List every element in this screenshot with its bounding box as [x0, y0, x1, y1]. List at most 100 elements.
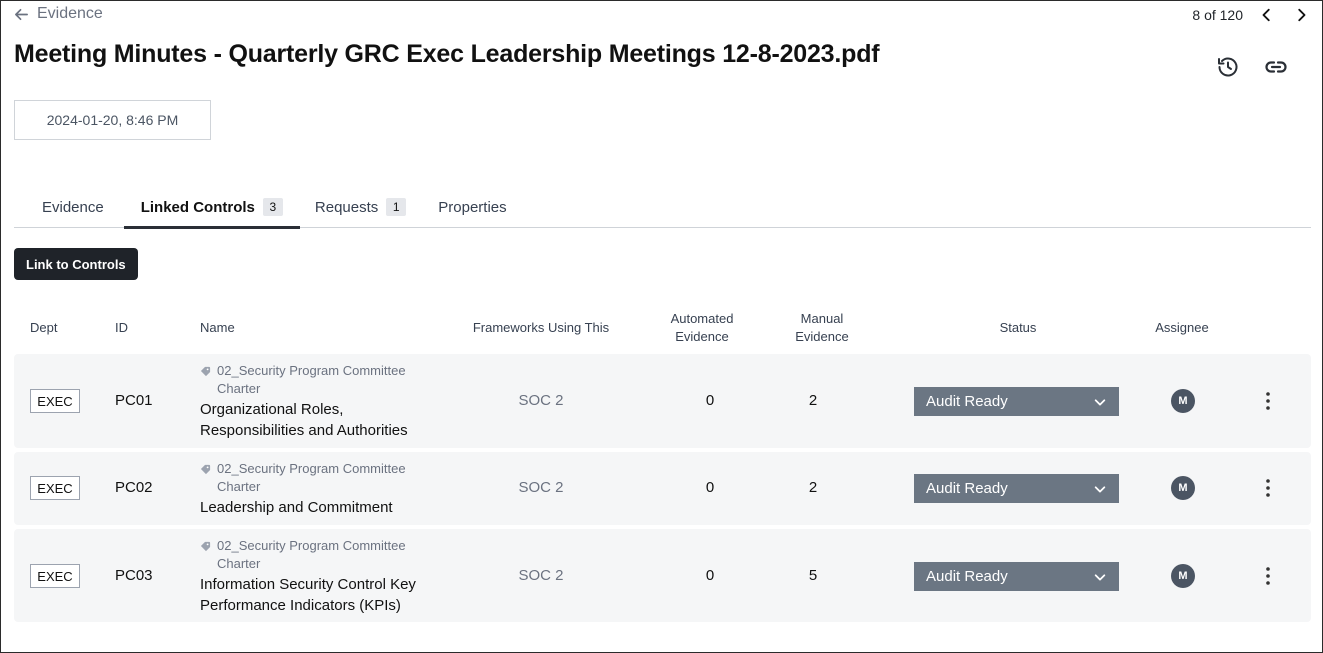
status-select[interactable]: Audit Ready	[914, 474, 1119, 503]
column-header-assignee[interactable]: Assignee	[1142, 319, 1222, 337]
column-header-automated-evidence[interactable]: Automated Evidence	[652, 310, 752, 346]
column-header-automated-line1: Automated	[670, 311, 734, 326]
parent-policy-line2: Charter	[217, 381, 261, 396]
table-row[interactable]: EXEC PC02 02_Security Program Committee …	[14, 452, 1311, 525]
history-button[interactable]	[1215, 54, 1241, 80]
evidence-tabs: Evidence Linked Controls 3 Requests 1 Pr…	[14, 186, 1311, 229]
status-value: Audit Ready	[926, 480, 1008, 497]
tab-linked-controls-label: Linked Controls	[140, 198, 255, 216]
control-name-cell: 02_Security Program Committee Charter In…	[200, 537, 450, 616]
record-pager: 8 of 120	[1192, 5, 1311, 25]
row-actions-button[interactable]	[1258, 564, 1278, 588]
status-value: Audit Ready	[926, 393, 1008, 410]
chevron-right-icon	[1298, 8, 1306, 22]
control-id[interactable]: PC02	[115, 479, 153, 496]
control-name-cell: 02_Security Program Committee Charter Le…	[200, 460, 450, 518]
tag-icon	[200, 541, 211, 552]
row-actions-button[interactable]	[1258, 476, 1278, 500]
column-header-status[interactable]: Status	[968, 319, 1068, 337]
manual-evidence-count: 2	[808, 479, 818, 496]
more-vertical-icon	[1266, 479, 1270, 497]
control-name-line2: Responsibilities and Authorities	[200, 422, 408, 439]
status-value: Audit Ready	[926, 568, 1008, 585]
table-row[interactable]: EXEC PC03 02_Security Program Committee …	[14, 529, 1311, 622]
column-header-name[interactable]: Name	[200, 319, 235, 337]
evidence-date-value: 2024-01-20, 8:46 PM	[46, 112, 179, 128]
control-name[interactable]: Information Security Control Key Perform…	[200, 574, 450, 616]
pager-text: 8 of 120	[1192, 7, 1243, 23]
linked-controls-count-badge: 3	[262, 198, 283, 216]
column-header-dept[interactable]: Dept	[30, 319, 57, 337]
tab-properties-label: Properties	[438, 198, 507, 216]
parent-policy-line1: 02_Security Program Committee	[217, 538, 406, 553]
parent-policy-line1: 02_Security Program Committee	[217, 363, 406, 378]
column-header-manual-evidence[interactable]: Manual Evidence	[772, 310, 872, 346]
chevron-down-icon	[1094, 573, 1106, 580]
framework-link[interactable]: SOC 2	[471, 479, 611, 496]
control-name[interactable]: Organizational Roles, Responsibilities a…	[200, 399, 450, 441]
tab-evidence-label: Evidence	[42, 198, 104, 216]
parent-policy-line1: 02_Security Program Committee	[217, 461, 406, 476]
requests-count-badge: 1	[386, 198, 407, 216]
control-id[interactable]: PC01	[115, 392, 153, 409]
framework-link[interactable]: SOC 2	[471, 392, 611, 409]
control-name[interactable]: Leadership and Commitment	[200, 497, 450, 518]
history-icon	[1218, 57, 1238, 77]
back-to-evidence-link[interactable]: Evidence	[14, 5, 103, 23]
previous-record-button[interactable]	[1257, 5, 1277, 25]
tab-properties[interactable]: Properties	[422, 186, 522, 228]
status-select[interactable]: Audit Ready	[914, 387, 1119, 416]
more-vertical-icon	[1266, 567, 1270, 585]
parent-policy[interactable]: 02_Security Program Committee Charter	[200, 460, 450, 496]
automated-evidence-count: 0	[705, 392, 715, 409]
column-header-id[interactable]: ID	[115, 319, 128, 337]
column-header-frameworks[interactable]: Frameworks Using This	[460, 319, 622, 337]
tab-requests-label: Requests	[314, 198, 379, 216]
copy-link-button[interactable]	[1263, 54, 1289, 80]
status-select[interactable]: Audit Ready	[914, 562, 1119, 591]
tag-icon	[200, 366, 211, 377]
tab-evidence[interactable]: Evidence	[14, 186, 120, 228]
link-to-controls-button[interactable]: Link to Controls	[14, 248, 138, 280]
tab-linked-controls[interactable]: Linked Controls 3	[123, 186, 301, 229]
tab-requests[interactable]: Requests 1	[300, 186, 422, 228]
automated-evidence-count: 0	[705, 567, 715, 584]
manual-evidence-count: 5	[808, 567, 818, 584]
dept-badge: EXEC	[30, 564, 80, 588]
row-actions-button[interactable]	[1258, 389, 1278, 413]
next-record-button[interactable]	[1291, 5, 1311, 25]
link-icon	[1265, 61, 1287, 73]
parent-policy-line2: Charter	[217, 556, 261, 571]
control-name-line1: Leadership and Commitment	[200, 499, 393, 516]
automated-evidence-count: 0	[705, 479, 715, 496]
evidence-date-field[interactable]: 2024-01-20, 8:46 PM	[14, 100, 211, 140]
assignee-avatar[interactable]: M	[1171, 389, 1195, 413]
control-name-line1: Organizational Roles,	[200, 401, 344, 418]
chevron-down-icon	[1094, 485, 1106, 492]
parent-policy-line2: Charter	[217, 479, 261, 494]
framework-link[interactable]: SOC 2	[471, 567, 611, 584]
dept-badge: EXEC	[30, 389, 80, 413]
more-vertical-icon	[1266, 392, 1270, 410]
arrow-left-icon	[15, 8, 28, 20]
assignee-avatar[interactable]: M	[1171, 476, 1195, 500]
manual-evidence-count: 2	[808, 392, 818, 409]
control-id[interactable]: PC03	[115, 567, 153, 584]
back-link-label: Evidence	[37, 5, 103, 22]
chevron-left-icon	[1262, 8, 1270, 22]
tag-icon	[200, 464, 211, 475]
assignee-avatar[interactable]: M	[1171, 564, 1195, 588]
control-name-cell: 02_Security Program Committee Charter Or…	[200, 362, 450, 441]
table-row[interactable]: EXEC PC01 02_Security Program Committee …	[14, 354, 1311, 448]
parent-policy[interactable]: 02_Security Program Committee Charter	[200, 537, 450, 573]
chevron-down-icon	[1094, 398, 1106, 405]
control-name-line1: Information Security Control Key	[200, 576, 416, 593]
parent-policy[interactable]: 02_Security Program Committee Charter	[200, 362, 450, 398]
dept-badge: EXEC	[30, 476, 80, 500]
page-title: Meeting Minutes - Quarterly GRC Exec Lea…	[14, 40, 880, 68]
header-actions	[1215, 54, 1289, 80]
column-header-manual-line2: Evidence	[795, 329, 849, 344]
column-header-automated-line2: Evidence	[675, 329, 729, 344]
column-header-manual-line1: Manual	[800, 311, 844, 326]
control-name-line2: Performance Indicators (KPIs)	[200, 597, 401, 614]
